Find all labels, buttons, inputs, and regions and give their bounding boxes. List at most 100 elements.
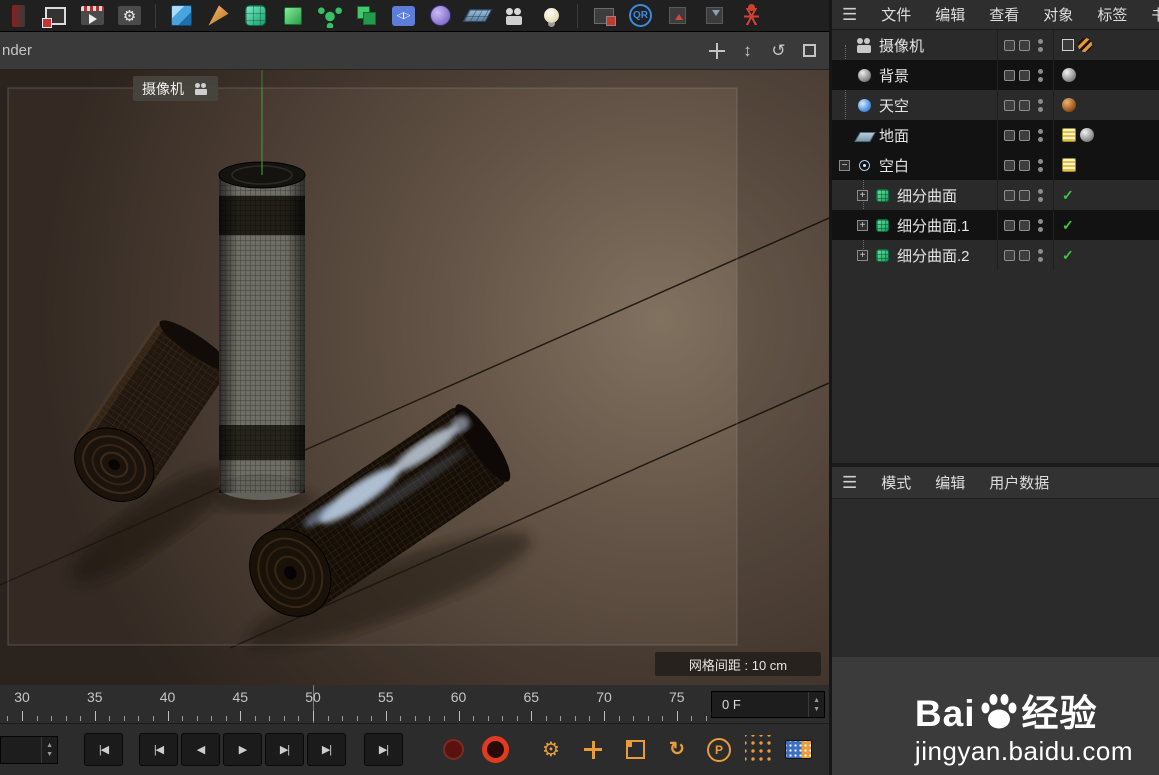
am-menu-item-0[interactable]: 模式 — [881, 472, 911, 493]
render-visibility-toggle[interactable] — [1019, 159, 1030, 171]
viewport-orbit-view[interactable]: ↺ — [765, 38, 792, 63]
toolbar-clipped-left[interactable] — [0, 1, 37, 31]
transport-previous-key[interactable]: |◀ — [139, 733, 178, 766]
render-visibility-toggle[interactable] — [1019, 189, 1030, 201]
visibility-toggles[interactable] — [997, 180, 1053, 210]
visibility-toggles[interactable] — [997, 150, 1053, 180]
frame-rate-combo[interactable]: ▲ ▼ — [0, 735, 58, 764]
tree-expander[interactable]: + — [857, 249, 868, 261]
object-row[interactable]: + 细分曲面 ✓ — [832, 180, 1159, 210]
toolbar-metaball-object[interactable] — [422, 1, 459, 31]
camera-label[interactable]: 摄像机 — [133, 76, 218, 101]
current-frame-field[interactable]: 0 F ▲ ▼ — [711, 691, 825, 718]
render-visibility-toggle[interactable] — [1019, 129, 1030, 141]
visibility-toggles[interactable] — [997, 120, 1053, 150]
render-visibility-toggle[interactable] — [1019, 99, 1030, 111]
tree-expander[interactable]: + — [857, 189, 868, 201]
visibility-dots[interactable] — [1038, 99, 1043, 112]
toolbar-qr-plugin[interactable]: QR — [622, 1, 659, 31]
visibility-dots[interactable] — [1038, 129, 1043, 142]
om-menu-item-1[interactable]: 编辑 — [935, 4, 965, 25]
om-menu-item-5[interactable]: 书签 — [1151, 4, 1159, 25]
visibility-toggles[interactable] — [997, 90, 1053, 120]
visibility-toggles[interactable] — [997, 240, 1053, 270]
editor-visibility-toggle[interactable] — [1004, 189, 1015, 201]
toolbar-array-object[interactable] — [311, 1, 348, 31]
sphere-brown[interactable] — [1062, 98, 1076, 112]
editor-visibility-toggle[interactable] — [1004, 99, 1015, 111]
toolbar-add-cube[interactable] — [163, 1, 200, 31]
viewport-dolly-view[interactable]: ↕ — [734, 38, 761, 63]
visibility-dots[interactable] — [1038, 69, 1043, 82]
transport-goto-start[interactable]: |◀ — [84, 733, 123, 766]
timeline-ruler[interactable]: 0 F ▲ ▼ 30 35 40 45 50 55 60 65 70 75 — [0, 685, 829, 724]
object-row[interactable]: 天空 — [832, 90, 1159, 120]
editor-visibility-toggle[interactable] — [1004, 69, 1015, 81]
toolbar-joint-tool[interactable] — [733, 1, 770, 31]
record-scale[interactable] — [619, 734, 651, 766]
tree-expander[interactable]: + — [857, 219, 868, 231]
viewport-3d[interactable]: 摄像机 网格间距 : 10 cm — [0, 70, 829, 685]
om-menu-item-4[interactable]: 标签 — [1097, 4, 1127, 25]
visibility-toggles[interactable] — [997, 210, 1053, 240]
visibility-toggles[interactable] — [997, 60, 1053, 90]
toolbar-floor-object[interactable] — [459, 1, 496, 31]
toolbar-coordinates-a[interactable] — [659, 1, 696, 31]
check-green[interactable]: ✓ — [1062, 217, 1074, 233]
toolbar-symmetry-object[interactable]: ◁▷ — [385, 1, 422, 31]
stripe-ball-orange[interactable] — [1078, 38, 1092, 52]
toolbar-shader-icon[interactable] — [585, 1, 622, 31]
transport-next-key[interactable]: ▶| — [307, 733, 346, 766]
visibility-dots[interactable] — [1038, 189, 1043, 202]
toolbar-generator-cube[interactable] — [274, 1, 311, 31]
record-parameter[interactable]: P — [703, 734, 735, 766]
viewport-maximize-view[interactable] — [796, 38, 823, 63]
toolbar-light-object[interactable] — [533, 1, 570, 31]
am-menu-item-1[interactable]: 编辑 — [935, 472, 965, 493]
object-row[interactable]: + 细分曲面.2 ✓ — [832, 240, 1159, 270]
object-row[interactable]: + 细分曲面.1 ✓ — [832, 210, 1159, 240]
transport-goto-end[interactable]: ▶| — [364, 733, 403, 766]
transport-play-forwards[interactable]: ▶ — [223, 733, 262, 766]
film-marker[interactable] — [785, 740, 812, 759]
om-menu-item-3[interactable]: 对象 — [1043, 4, 1073, 25]
transport-next-frame[interactable]: ▶| — [265, 733, 304, 766]
stepper-up-icon[interactable]: ▲ — [813, 697, 820, 704]
sphere-gray[interactable] — [1062, 68, 1076, 82]
editor-visibility-toggle[interactable] — [1004, 219, 1015, 231]
toolbar-instance-object[interactable] — [348, 1, 385, 31]
autokeying[interactable] — [479, 734, 511, 766]
sphere-gray[interactable] — [1080, 128, 1094, 142]
stripe-tag-yellow[interactable] — [1062, 128, 1076, 142]
render-visibility-toggle[interactable] — [1019, 39, 1030, 51]
combo-up-icon[interactable]: ▲ — [46, 742, 53, 749]
toolbar-camera-object[interactable] — [496, 1, 533, 31]
editor-visibility-toggle[interactable] — [1004, 249, 1015, 261]
check-green[interactable]: ✓ — [1062, 187, 1074, 203]
record-active-objects[interactable] — [437, 734, 469, 766]
combo-down-icon[interactable]: ▼ — [46, 751, 53, 758]
tree-expander[interactable]: − — [839, 159, 850, 171]
om-hamburger-icon[interactable]: ☰ — [842, 5, 857, 25]
visibility-dots[interactable] — [1038, 249, 1043, 262]
check-green[interactable]: ✓ — [1062, 247, 1074, 263]
render-visibility-toggle[interactable] — [1019, 219, 1030, 231]
object-row[interactable]: 地面 — [832, 120, 1159, 150]
target-tag[interactable] — [1062, 39, 1074, 51]
visibility-dots[interactable] — [1038, 219, 1043, 232]
combo-stepper[interactable]: ▲ ▼ — [41, 736, 57, 763]
render-visibility-toggle[interactable] — [1019, 249, 1030, 261]
editor-visibility-toggle[interactable] — [1004, 159, 1015, 171]
toolbar-subdivision-surface[interactable] — [237, 1, 274, 31]
transport-previous-frame[interactable]: ◀ — [181, 733, 220, 766]
toolbar-coordinates-b[interactable] — [696, 1, 733, 31]
stripe-tag-yellow[interactable] — [1062, 158, 1076, 172]
visibility-toggles[interactable] — [997, 30, 1053, 60]
record-position[interactable] — [577, 733, 609, 766]
record-pla[interactable] — [745, 734, 775, 765]
object-row[interactable]: − 空白 — [832, 150, 1159, 180]
stepper-down-icon[interactable]: ▼ — [813, 706, 820, 713]
toolbar-render-view[interactable] — [37, 1, 74, 31]
om-menu-item-0[interactable]: 文件 — [881, 4, 911, 25]
render-visibility-toggle[interactable] — [1019, 69, 1030, 81]
